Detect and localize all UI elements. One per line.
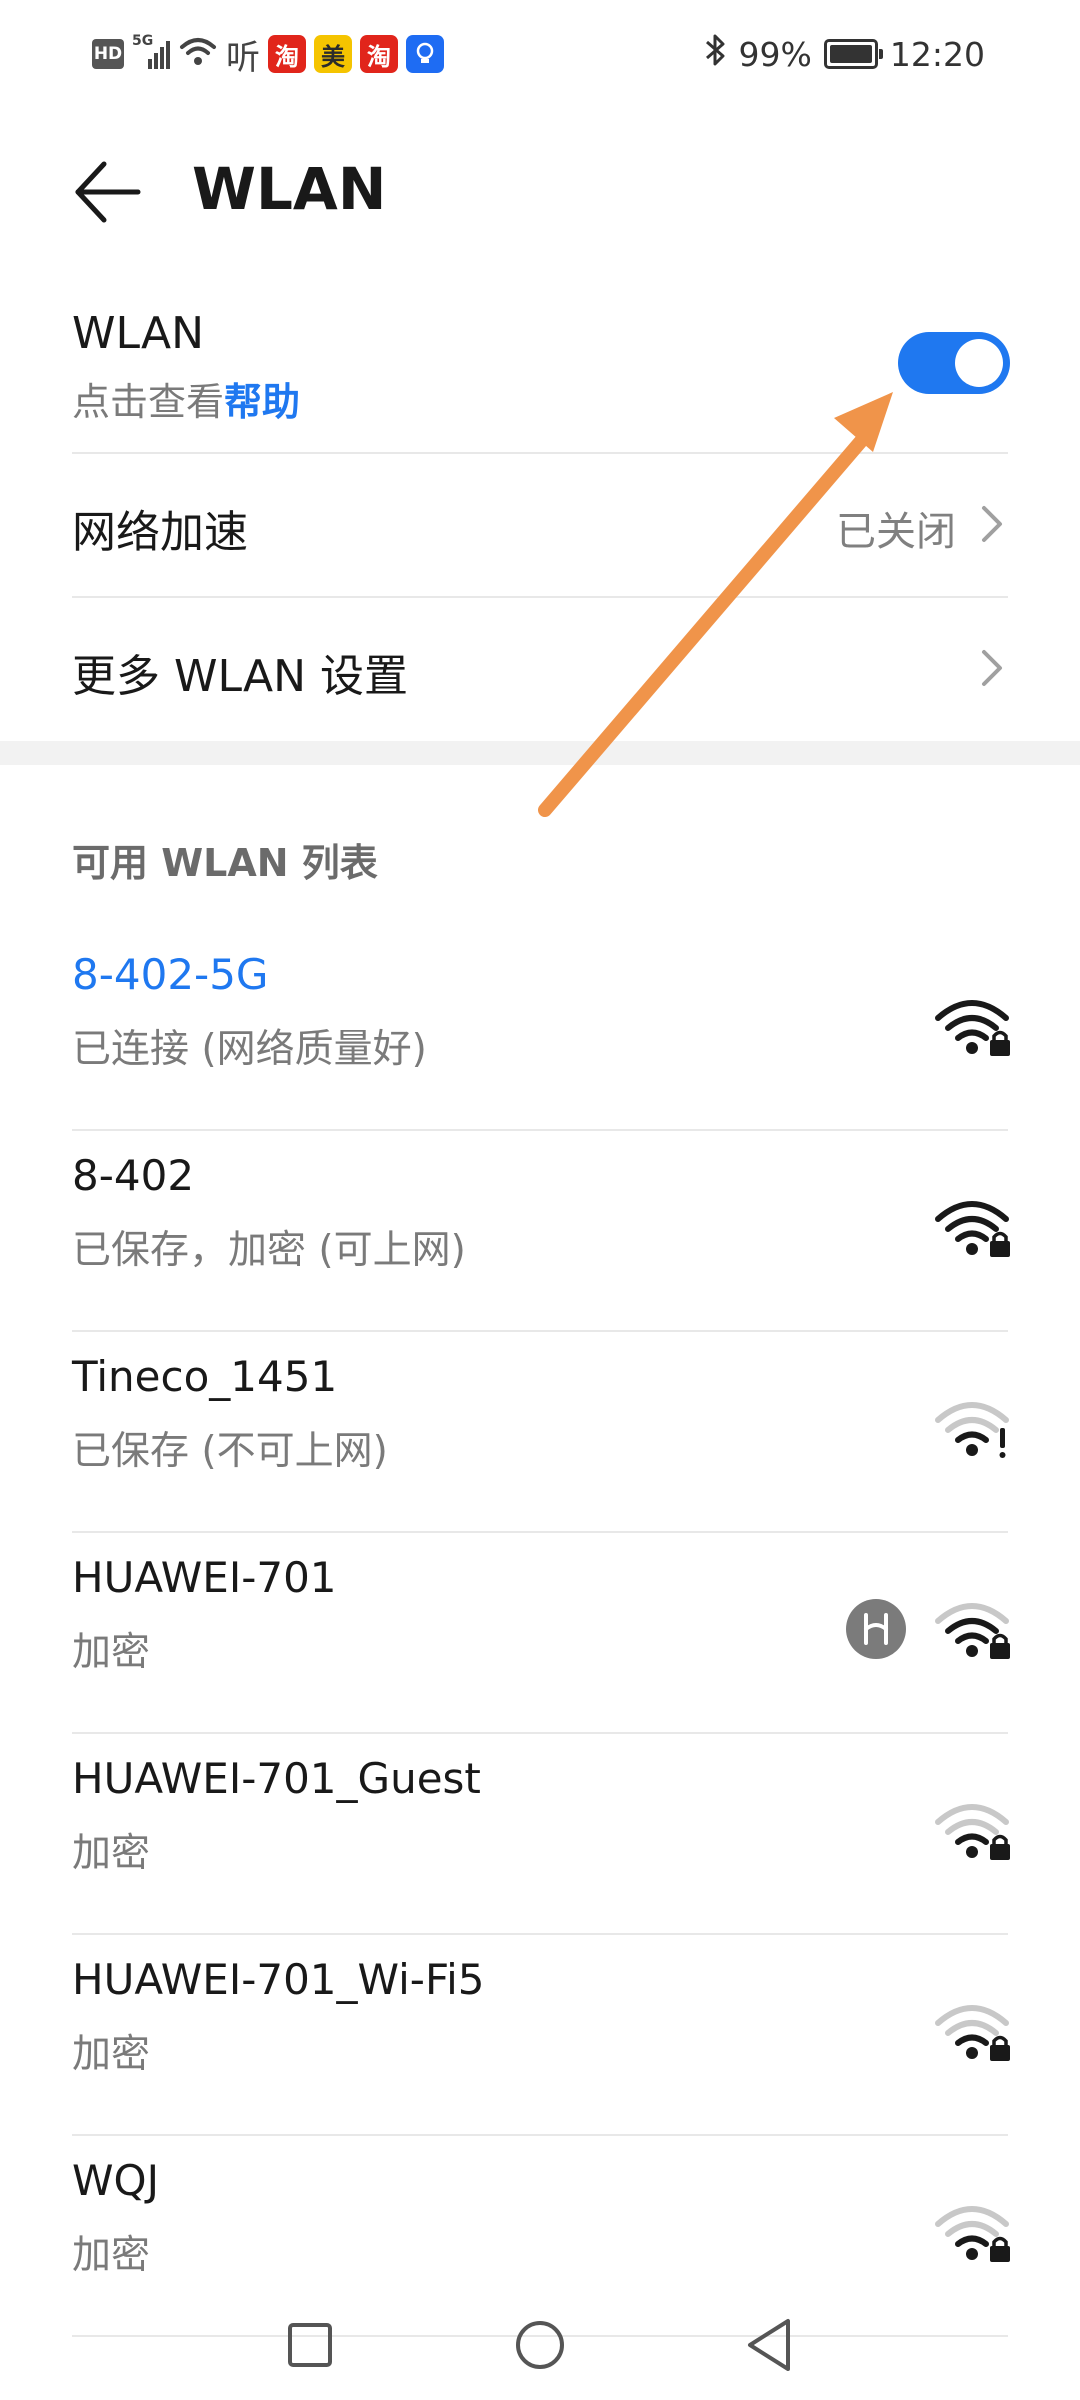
network-name: HUAWEI-701_Guest bbox=[72, 1754, 481, 1803]
page-title: WLAN bbox=[192, 155, 387, 223]
network-row[interactable]: HUAWEI-701_Wi-Fi5 加密 bbox=[0, 1935, 1080, 2134]
app-notification-icon: 淘 bbox=[360, 35, 398, 73]
circle-icon bbox=[516, 2321, 564, 2369]
wifi-warning-icon bbox=[932, 1398, 1012, 1460]
wifi-lock-icon bbox=[932, 1599, 1012, 1661]
hilink-icon bbox=[846, 1599, 906, 1659]
network-boost-value: 已关闭 bbox=[836, 509, 956, 555]
square-icon bbox=[288, 2323, 332, 2367]
network-status: 加密 bbox=[72, 2032, 151, 2077]
network-status: 已连接 (网络质量好) bbox=[72, 1027, 427, 1072]
triangle-back-icon bbox=[748, 2319, 790, 2371]
bluetooth-icon bbox=[703, 32, 727, 76]
wlan-switch[interactable] bbox=[898, 332, 1010, 394]
network-row[interactable]: HUAWEI-701_Guest 加密 bbox=[0, 1734, 1080, 1933]
network-boost-row[interactable]: 网络加速 已关闭 bbox=[0, 454, 1080, 594]
back-nav-button[interactable] bbox=[730, 2305, 810, 2385]
network-row[interactable]: Tineco_1451 已保存 (不可上网) bbox=[0, 1332, 1080, 1531]
network-name: WQJ bbox=[72, 2156, 159, 2205]
wifi-lock-icon bbox=[932, 1197, 1012, 1259]
app-notification-icon: 淘 bbox=[268, 35, 306, 73]
help-link[interactable]: 帮助 bbox=[224, 380, 300, 424]
wlan-toggle-label: WLAN bbox=[72, 308, 205, 359]
app-notification-icon: 美 bbox=[314, 35, 352, 73]
wlan-switch-knob bbox=[955, 339, 1003, 387]
back-button[interactable] bbox=[70, 152, 150, 232]
network-name: 8-402-5G bbox=[72, 950, 269, 999]
available-list-header: 可用 WLAN 列表 bbox=[72, 841, 378, 885]
recent-apps-button[interactable] bbox=[270, 2305, 350, 2385]
wifi-lock-icon bbox=[932, 1800, 1012, 1862]
network-name: Tineco_1451 bbox=[72, 1352, 338, 1401]
wifi-lock-icon bbox=[932, 2001, 1012, 2063]
wifi-lock-icon bbox=[932, 996, 1012, 1058]
wlan-help-text: 点击查看帮助 bbox=[72, 371, 300, 426]
network-status: 已保存，加密 (可上网) bbox=[72, 1228, 466, 1273]
wifi-lock-icon bbox=[932, 2202, 1012, 2264]
network-name: HUAWEI-701_Wi-Fi5 bbox=[72, 1955, 485, 2004]
more-wlan-settings-row[interactable]: 更多 WLAN 设置 bbox=[0, 598, 1080, 738]
network-row[interactable]: 8-402 已保存，加密 (可上网) bbox=[0, 1131, 1080, 1330]
chevron-right-icon bbox=[982, 506, 1002, 542]
network-boost-label: 网络加速 bbox=[72, 507, 248, 558]
cellular-signal-icon: 5G bbox=[132, 33, 170, 71]
notification-app-icons: 淘美淘 bbox=[268, 35, 444, 73]
chevron-right-icon bbox=[982, 650, 1002, 686]
status-bar-left: HD 5G 听 淘美淘 bbox=[92, 30, 444, 78]
wifi-status-icon bbox=[178, 35, 218, 73]
audio-app-icon: 听 bbox=[226, 37, 260, 78]
network-status: 加密 bbox=[72, 2233, 151, 2278]
network-row[interactable]: 8-402-5G 已连接 (网络质量好) bbox=[0, 930, 1080, 1129]
section-separator bbox=[0, 741, 1080, 765]
network-row[interactable]: HUAWEI-701 加密 bbox=[0, 1533, 1080, 1732]
network-name: 8-402 bbox=[72, 1151, 195, 1200]
status-bar-right: 99% 12:20 bbox=[703, 30, 985, 78]
bulb-app-icon bbox=[406, 35, 444, 73]
network-status: 加密 bbox=[72, 1630, 151, 1675]
home-button[interactable] bbox=[500, 2305, 580, 2385]
clock: 12:20 bbox=[889, 34, 985, 74]
status-bar: HD 5G 听 淘美淘 99% 12:20 bbox=[0, 0, 1080, 110]
network-status: 已保存 (不可上网) bbox=[72, 1429, 388, 1474]
battery-icon bbox=[823, 39, 883, 69]
back-arrow-icon bbox=[75, 161, 141, 223]
network-name: HUAWEI-701 bbox=[72, 1553, 337, 1602]
network-status: 加密 bbox=[72, 1831, 151, 1876]
help-prefix: 点击查看 bbox=[72, 380, 225, 424]
hd-icon: HD bbox=[92, 39, 124, 69]
more-wlan-settings-label: 更多 WLAN 设置 bbox=[72, 651, 409, 702]
battery-percent: 99% bbox=[738, 34, 812, 74]
